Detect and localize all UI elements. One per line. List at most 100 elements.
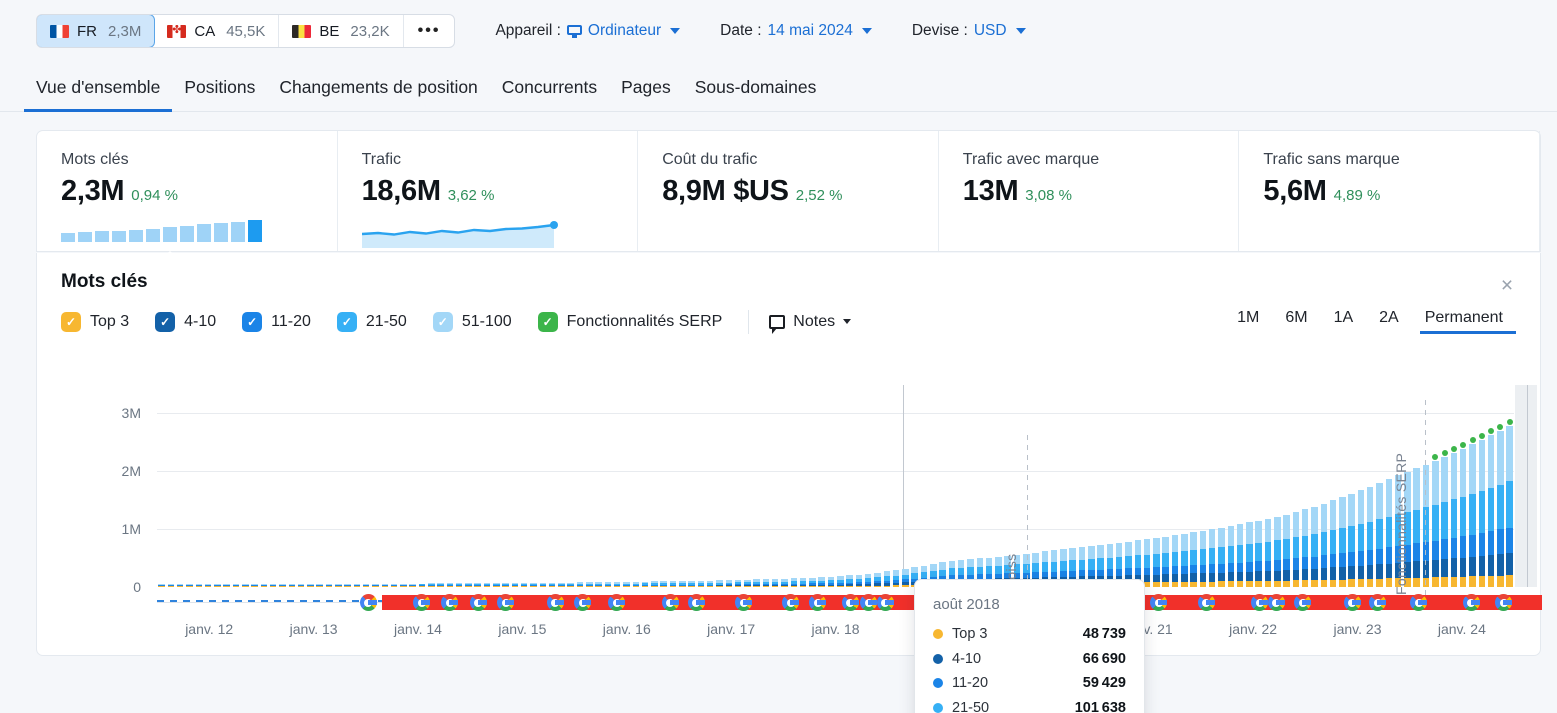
chart-bar[interactable] xyxy=(1050,385,1059,587)
chart-bar[interactable] xyxy=(1375,385,1384,587)
chart-bar[interactable] xyxy=(343,385,352,587)
chart-bar[interactable] xyxy=(473,385,482,587)
google-update-icon[interactable] xyxy=(809,594,826,611)
chart-bar[interactable] xyxy=(389,385,398,587)
chart-bar[interactable] xyxy=(1208,385,1217,587)
chart-bar[interactable] xyxy=(826,385,835,587)
chart-bar[interactable] xyxy=(399,385,408,587)
chart-bar[interactable] xyxy=(891,385,900,587)
chart-bar[interactable] xyxy=(761,385,770,587)
country-chip-group[interactable]: FR 2,3M CA 45,5K BE 23,2K ••• xyxy=(36,14,455,48)
chart-bar[interactable] xyxy=(864,385,873,587)
chart-bar[interactable] xyxy=(557,385,566,587)
tab-concurrents[interactable]: Concurrents xyxy=(490,77,609,111)
chart-bar[interactable] xyxy=(1152,385,1161,587)
chart-bar[interactable] xyxy=(585,385,594,587)
chart-bar[interactable] xyxy=(1115,385,1124,587)
chart-bar[interactable] xyxy=(668,385,677,587)
chart-bar[interactable] xyxy=(1440,385,1449,587)
chart-bar[interactable] xyxy=(176,385,185,587)
chart-bar[interactable] xyxy=(901,385,910,587)
chart-bar[interactable] xyxy=(352,385,361,587)
chart-bar[interactable] xyxy=(724,385,733,587)
chart-bar[interactable] xyxy=(929,385,938,587)
kpi-trafic-avec-marque[interactable]: Trafic avec marque 13M 3,08 % xyxy=(939,131,1240,251)
chart-bar[interactable] xyxy=(594,385,603,587)
chart-bar[interactable] xyxy=(715,385,724,587)
legend-toggle-top-3[interactable]: Top 3 xyxy=(61,312,129,332)
chart-bar[interactable] xyxy=(975,385,984,587)
chart-bar[interactable] xyxy=(315,385,324,587)
chart-bar[interactable] xyxy=(854,385,863,587)
google-update-icon[interactable] xyxy=(1198,594,1215,611)
chart-bar[interactable] xyxy=(1068,385,1077,587)
chart-bar[interactable] xyxy=(910,385,919,587)
close-icon[interactable]: × xyxy=(1494,273,1520,299)
more-countries-button[interactable]: ••• xyxy=(404,15,455,47)
checkbox-11-20[interactable] xyxy=(242,312,262,332)
chart-bar[interactable] xyxy=(771,385,780,587)
chart-bar[interactable] xyxy=(1170,385,1179,587)
chart-bar[interactable] xyxy=(222,385,231,587)
chart-bar[interactable] xyxy=(194,385,203,587)
chart-bar[interactable] xyxy=(1486,385,1495,587)
kpi-trafic-sans-marque[interactable]: Trafic sans marque 5,6M 4,89 % xyxy=(1239,131,1540,251)
chart-bar[interactable] xyxy=(789,385,798,587)
tab-vue-densemble[interactable]: Vue d'ensemble xyxy=(24,77,172,111)
chart-bar[interactable] xyxy=(269,385,278,587)
legend-toggle-11-20[interactable]: 11-20 xyxy=(242,312,311,332)
chart-bar[interactable] xyxy=(659,385,668,587)
legend-toggle-fonctionnalites-serp[interactable]: Fonctionnalités SERP xyxy=(538,312,723,332)
chart-bar[interactable] xyxy=(1245,385,1254,587)
chart-bar[interactable] xyxy=(836,385,845,587)
chart-bar[interactable] xyxy=(640,385,649,587)
kpi-trafic[interactable]: Trafic 18,6M 3,62 % xyxy=(338,131,639,251)
google-update-icon[interactable] xyxy=(860,594,877,611)
google-update-icon[interactable] xyxy=(470,594,487,611)
chart-bar[interactable] xyxy=(733,385,742,587)
legend-toggle-21-50[interactable]: 21-50 xyxy=(337,312,407,332)
chart-bar[interactable] xyxy=(613,385,622,587)
chart-bar[interactable] xyxy=(1282,385,1291,587)
chart-bar[interactable] xyxy=(1059,385,1068,587)
country-chip-fr[interactable]: FR 2,3M xyxy=(36,14,155,48)
chart-bar[interactable] xyxy=(296,385,305,587)
tab-positions[interactable]: Positions xyxy=(172,77,267,111)
google-update-icon[interactable] xyxy=(574,594,591,611)
chart-bar[interactable] xyxy=(575,385,584,587)
kpi-mots-cles[interactable]: Mots clés 2,3M 0,94 % xyxy=(37,131,338,251)
chart-bar[interactable] xyxy=(203,385,212,587)
chart-bar[interactable] xyxy=(966,385,975,587)
chart-bar[interactable] xyxy=(1421,385,1430,587)
chart-bar[interactable] xyxy=(817,385,826,587)
range-6m[interactable]: 6M xyxy=(1272,309,1320,334)
google-update-icon[interactable] xyxy=(877,594,894,611)
chart-bar[interactable] xyxy=(1031,385,1040,587)
chart-bar[interactable] xyxy=(278,385,287,587)
chart-bar[interactable] xyxy=(603,385,612,587)
country-chip-ca[interactable]: CA 45,5K xyxy=(154,15,279,47)
chart-bar[interactable] xyxy=(1096,385,1105,587)
chart-bar[interactable] xyxy=(696,385,705,587)
legend-toggle-4-10[interactable]: 4-10 xyxy=(155,312,216,332)
chart-bar[interactable] xyxy=(1338,385,1347,587)
google-update-icon[interactable] xyxy=(662,594,679,611)
chart-bar[interactable] xyxy=(464,385,473,587)
chart-bar[interactable] xyxy=(845,385,854,587)
chart-bar[interactable] xyxy=(1217,385,1226,587)
chart-bar[interactable] xyxy=(408,385,417,587)
chart-bar[interactable] xyxy=(650,385,659,587)
date-selector[interactable]: Date : 14 mai 2024 xyxy=(720,22,872,40)
tab-changements-de-position[interactable]: Changements de position xyxy=(267,77,489,111)
notes-button[interactable]: Notes xyxy=(769,313,851,331)
chart-bar[interactable] xyxy=(334,385,343,587)
google-update-icon[interactable] xyxy=(1463,594,1480,611)
chart-bar[interactable] xyxy=(1133,385,1142,587)
chart-bar[interactable] xyxy=(1235,385,1244,587)
chart-bar[interactable] xyxy=(622,385,631,587)
chart-bar[interactable] xyxy=(1328,385,1337,587)
range-permanent[interactable]: Permanent xyxy=(1412,309,1516,334)
chart-bar[interactable] xyxy=(1087,385,1096,587)
chart-bar[interactable] xyxy=(1468,385,1477,587)
chart-bar[interactable] xyxy=(455,385,464,587)
